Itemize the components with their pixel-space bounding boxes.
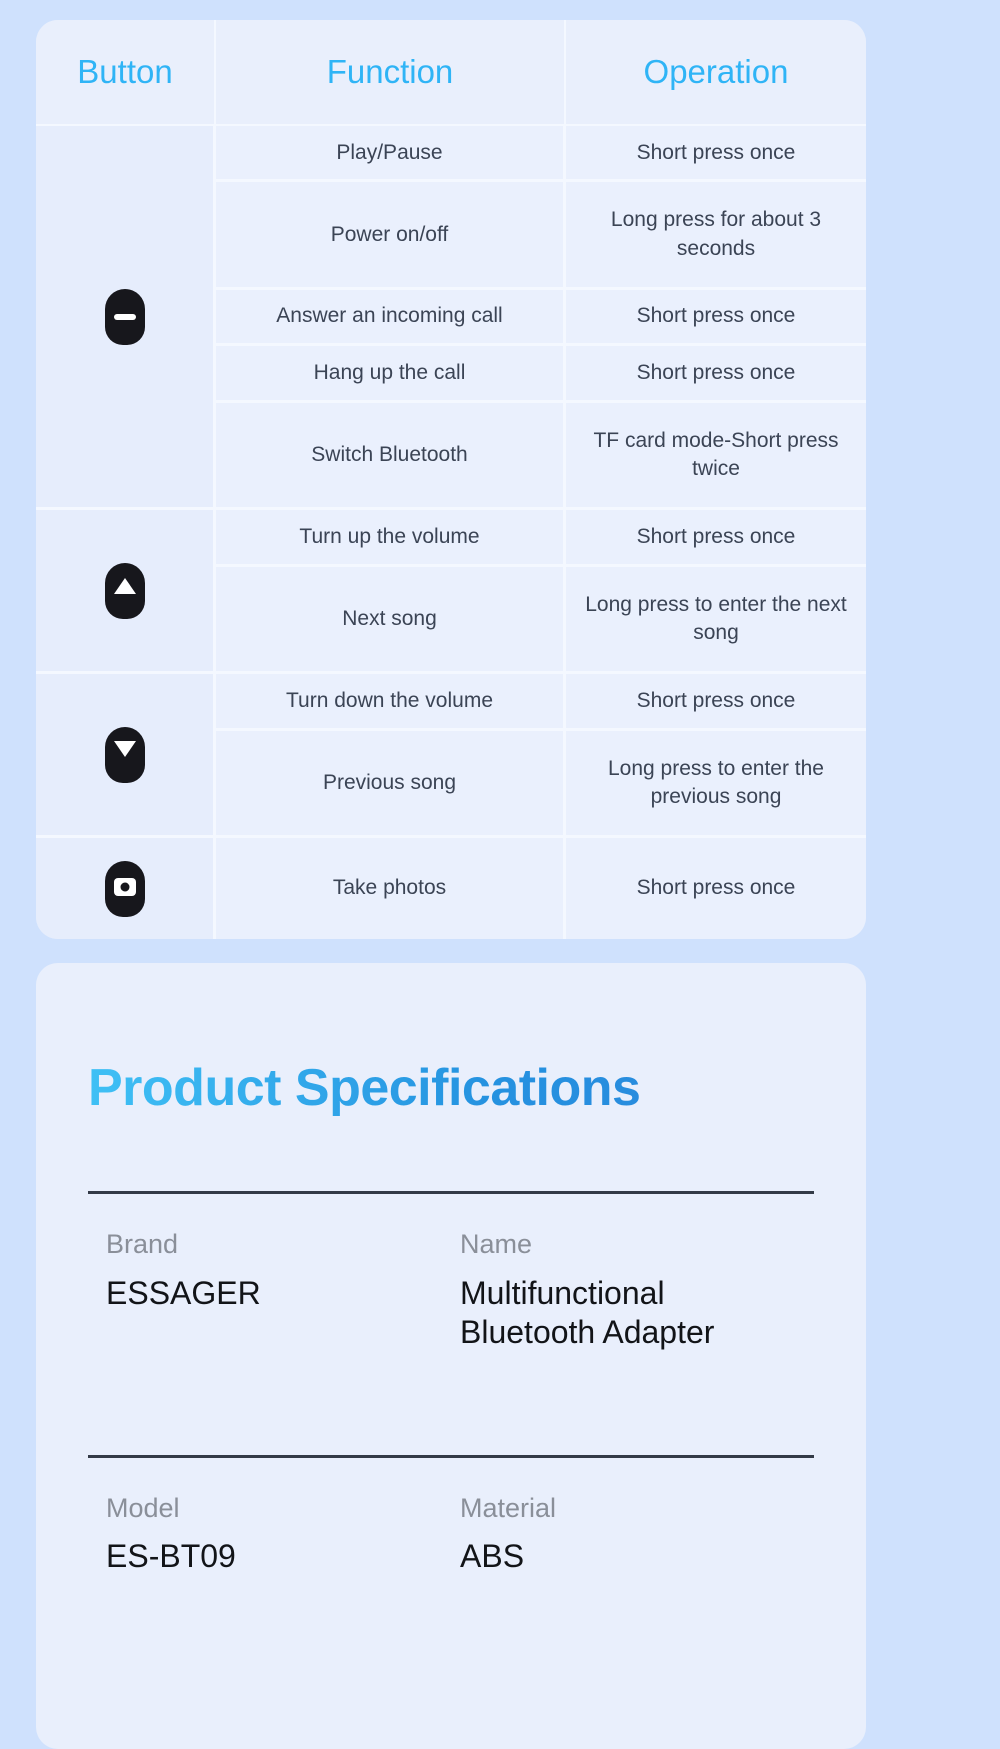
spec-label: Brand (106, 1229, 179, 1259)
operation-cell: TF card mode-Short press twice (566, 402, 866, 511)
column-header-operation: Operation (566, 20, 866, 126)
button-cell-camera (36, 838, 216, 939)
operation-cell: Short press once (566, 289, 866, 347)
spec-label: Model (106, 1492, 180, 1523)
triangle-up-icon (113, 578, 136, 595)
function-cell: Take photos (216, 838, 566, 939)
operation-cell: Short press once (566, 126, 866, 183)
volume-down-button-icon (104, 726, 145, 783)
function-cell: Turn down the volume (216, 674, 566, 731)
camera-icon (113, 878, 136, 897)
table-row: Turn up the volume Short press once (36, 510, 866, 675)
spec-value: ESSAGER (106, 1274, 261, 1311)
spec-value: ABS (460, 1538, 525, 1575)
function-cell: Power on/off (216, 182, 566, 290)
spec-row: Brand ESSAGER Name Multifunctional Bluet… (88, 1194, 814, 1382)
button-operation-card: Button Function Operation Play/Pause Sho… (36, 20, 866, 939)
spec-label: Name (460, 1229, 533, 1259)
spec-item-name: Name Multifunctional Bluetooth Adapter (460, 1229, 814, 1352)
column-header-button: Button (36, 20, 216, 126)
volume-up-button-icon (104, 562, 145, 619)
operation-cell: Short press once (566, 346, 866, 403)
button-cell-volume-down (36, 674, 216, 839)
spec-item-material: Material ABS (460, 1492, 814, 1577)
page-title: Product Specifications (88, 963, 814, 1118)
product-specifications-card: Product Specifications Brand ESSAGER Nam… (36, 963, 866, 1749)
operation-cell: Short press once (566, 674, 866, 731)
function-cell: Switch Bluetooth (216, 402, 566, 511)
table-row: Play/Pause Short press once (36, 126, 866, 511)
table-header-row: Button Function Operation (36, 20, 866, 126)
operation-cell: Long press to enter the previous song (566, 730, 866, 839)
function-cell: Play/Pause (216, 126, 566, 183)
operation-cell: Short press once (566, 838, 866, 939)
column-header-function: Function (216, 20, 566, 126)
operation-cell: Short press once (566, 510, 866, 567)
spec-item-brand: Brand ESSAGER (106, 1229, 460, 1352)
function-cell: Hang up the call (216, 346, 566, 403)
function-cell: Answer an incoming call (216, 289, 566, 347)
function-cell: Turn up the volume (216, 510, 566, 567)
camera-button-icon (104, 860, 145, 917)
table-row: Take photos Short press once (36, 838, 866, 939)
spec-row: Model ES-BT09 Material ABS (88, 1458, 814, 1607)
function-cell: Previous song (216, 730, 566, 839)
operation-cell: Long press to enter the next song (566, 566, 866, 675)
button-operation-table: Button Function Operation Play/Pause Sho… (36, 20, 866, 939)
button-cell-multifunction (36, 126, 216, 511)
function-cell: Next song (216, 566, 566, 675)
product-detail-page: Button Function Operation Play/Pause Sho… (0, 0, 1000, 1749)
button-cell-volume-up (36, 510, 216, 675)
minus-icon (113, 313, 136, 320)
operation-cell: Long press for about 3 seconds (566, 182, 866, 290)
multifunction-button-icon (104, 288, 145, 345)
spec-value: Multifunctional Bluetooth Adapter (460, 1274, 715, 1350)
spec-item-model: Model ES-BT09 (106, 1492, 460, 1577)
triangle-down-icon (113, 741, 136, 758)
table-row: Turn down the volume Short press once (36, 674, 866, 839)
spec-value: ES-BT09 (106, 1538, 236, 1575)
spec-label: Material (460, 1492, 557, 1523)
